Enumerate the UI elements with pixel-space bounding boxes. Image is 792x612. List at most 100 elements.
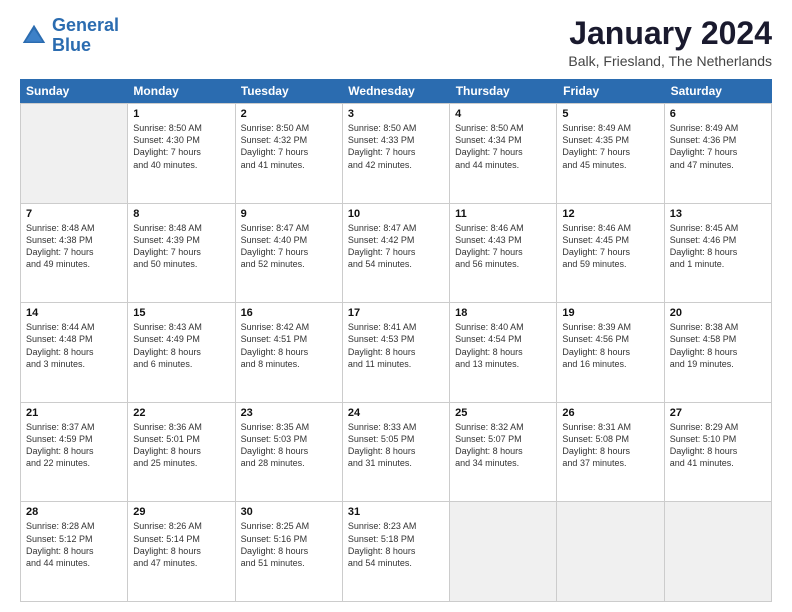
sunset: Sunset: 4:54 PM (455, 333, 551, 345)
sunrise: Sunrise: 8:44 AM (26, 321, 122, 333)
day-number: 31 (348, 506, 444, 518)
sunset: Sunset: 4:45 PM (562, 234, 658, 246)
sunrise: Sunrise: 8:50 AM (455, 122, 551, 134)
day-number: 28 (26, 506, 122, 518)
cal-cell: 17Sunrise: 8:41 AMSunset: 4:53 PMDayligh… (343, 303, 450, 402)
sunrise: Sunrise: 8:33 AM (348, 421, 444, 433)
week-row-2: 7 Sunrise: 8:48 AM Sunset: 4:38 PM Daylight… (21, 204, 772, 304)
daylight-hours: Daylight: 8 hours (670, 346, 766, 358)
daylight-hours: Daylight: 8 hours (670, 246, 766, 258)
daylight-minutes: and 37 minutes. (562, 457, 658, 469)
cal-cell: 10Sunrise: 8:47 AMSunset: 4:42 PMDayligh… (343, 204, 450, 303)
daylight-minutes: and 3 minutes. (26, 358, 122, 370)
header-day-sunday: Sunday (20, 79, 127, 103)
day-number: 7 (26, 208, 122, 220)
sunrise: Sunrise: 8:48 AM (133, 222, 229, 234)
sunset: Sunset: 4:36 PM (670, 134, 766, 146)
week-row-3: 14Sunrise: 8:44 AMSunset: 4:48 PMDayligh… (21, 303, 772, 403)
daylight-minutes: and 22 minutes. (26, 457, 122, 469)
sunrise: Sunrise: 8:40 AM (455, 321, 551, 333)
sunrise: Sunrise: 8:36 AM (133, 421, 229, 433)
sunrise: Sunrise: 8:38 AM (670, 321, 766, 333)
daylight-minutes: and 54 minutes. (348, 557, 444, 569)
daylight-hours: Daylight: 8 hours (133, 445, 229, 457)
sunset: Sunset: 4:56 PM (562, 333, 658, 345)
daylight-hours: Daylight: 8 hours (455, 346, 551, 358)
cal-cell: 15Sunrise: 8:43 AMSunset: 4:49 PMDayligh… (128, 303, 235, 402)
cal-cell: 24Sunrise: 8:33 AMSunset: 5:05 PMDayligh… (343, 403, 450, 502)
cal-cell: 21Sunrise: 8:37 AMSunset: 4:59 PMDayligh… (21, 403, 128, 502)
sunrise: Sunrise: 8:49 AM (562, 122, 658, 134)
day-number: 5 (562, 108, 658, 120)
day-number: 15 (133, 307, 229, 319)
daylight-hours: Daylight: 8 hours (26, 346, 122, 358)
sunset: Sunset: 4:42 PM (348, 234, 444, 246)
daylight-hours: Daylight: 7 hours (455, 246, 551, 258)
page: General Blue January 2024 Balk, Frieslan… (0, 0, 792, 612)
day-number: 17 (348, 307, 444, 319)
daylight-minutes: and 54 minutes. (348, 258, 444, 270)
daylight-hours: Daylight: 7 hours (562, 146, 658, 158)
sunset: Sunset: 4:59 PM (26, 433, 122, 445)
sunrise: Sunrise: 8:37 AM (26, 421, 122, 433)
cal-cell: 16Sunrise: 8:42 AMSunset: 4:51 PMDayligh… (236, 303, 343, 402)
day-number: 3 (348, 108, 444, 120)
cal-cell: 31Sunrise: 8:23 AMSunset: 5:18 PMDayligh… (343, 502, 450, 601)
daylight-minutes: and 59 minutes. (562, 258, 658, 270)
daylight-minutes: and 52 minutes. (241, 258, 337, 270)
daylight-minutes: and 47 minutes. (133, 557, 229, 569)
sunset: Sunset: 5:03 PM (241, 433, 337, 445)
daylight-hours: Daylight: 8 hours (562, 445, 658, 457)
day-number: 30 (241, 506, 337, 518)
sunrise: Sunrise: 8:43 AM (133, 321, 229, 333)
daylight-hours: Daylight: 8 hours (241, 445, 337, 457)
sunrise: Sunrise: 8:26 AM (133, 520, 229, 532)
header-day-monday: Monday (127, 79, 234, 103)
cal-cell: 8Sunrise: 8:48 AMSunset: 4:39 PMDaylight… (128, 204, 235, 303)
sunset: Sunset: 4:43 PM (455, 234, 551, 246)
day-number: 8 (133, 208, 229, 220)
daylight-hours: Daylight: 7 hours (348, 246, 444, 258)
sunrise: Sunrise: 8:47 AM (241, 222, 337, 234)
sunset: Sunset: 4:34 PM (455, 134, 551, 146)
daylight-minutes: and 13 minutes. (455, 358, 551, 370)
sunset: Sunset: 4:49 PM (133, 333, 229, 345)
daylight-minutes: and 6 minutes. (133, 358, 229, 370)
day-number: 20 (670, 307, 766, 319)
logo-blue: Blue (52, 35, 91, 55)
daylight-hours: Daylight: 7 hours (133, 146, 229, 158)
week-row-5: 28Sunrise: 8:28 AMSunset: 5:12 PMDayligh… (21, 502, 772, 602)
daylight-minutes: and 56 minutes. (455, 258, 551, 270)
sunset: Sunset: 5:05 PM (348, 433, 444, 445)
sunrise: Sunrise: 8:32 AM (455, 421, 551, 433)
daylight-hours: Daylight: 7 hours (241, 146, 337, 158)
sunrise: Sunrise: 8:25 AM (241, 520, 337, 532)
cal-cell: 3Sunrise: 8:50 AMSunset: 4:33 PMDaylight… (343, 104, 450, 203)
daylight-minutes: and 40 minutes. (133, 159, 229, 171)
day-number: 4 (455, 108, 551, 120)
day-number: 14 (26, 307, 122, 319)
cal-cell (665, 502, 772, 601)
sunset: Sunset: 5:10 PM (670, 433, 766, 445)
header-day-saturday: Saturday (665, 79, 772, 103)
sunset: Sunset: 4:39 PM (133, 234, 229, 246)
daylight-minutes: and 28 minutes. (241, 457, 337, 469)
sunset: Sunset: 4:40 PM (241, 234, 337, 246)
sunset: Sunset: 4:38 PM (26, 234, 122, 246)
sunrise: Sunrise: 8:35 AM (241, 421, 337, 433)
day-number: 16 (241, 307, 337, 319)
cal-cell: 18Sunrise: 8:40 AMSunset: 4:54 PMDayligh… (450, 303, 557, 402)
sunrise: Sunrise: 8:50 AM (348, 122, 444, 134)
cal-cell: 25Sunrise: 8:32 AMSunset: 5:07 PMDayligh… (450, 403, 557, 502)
daylight-minutes: and 44 minutes. (26, 557, 122, 569)
sunset: Sunset: 4:32 PM (241, 134, 337, 146)
daylight-hours: Daylight: 8 hours (133, 545, 229, 557)
sunset: Sunset: 4:48 PM (26, 333, 122, 345)
sunrise: Sunrise: 8:23 AM (348, 520, 444, 532)
header-day-friday: Friday (557, 79, 664, 103)
daylight-minutes: and 49 minutes. (26, 258, 122, 270)
location: Balk, Friesland, The Netherlands (568, 53, 772, 69)
daylight-minutes: and 8 minutes. (241, 358, 337, 370)
daylight-hours: Daylight: 8 hours (562, 346, 658, 358)
sunset: Sunset: 4:46 PM (670, 234, 766, 246)
